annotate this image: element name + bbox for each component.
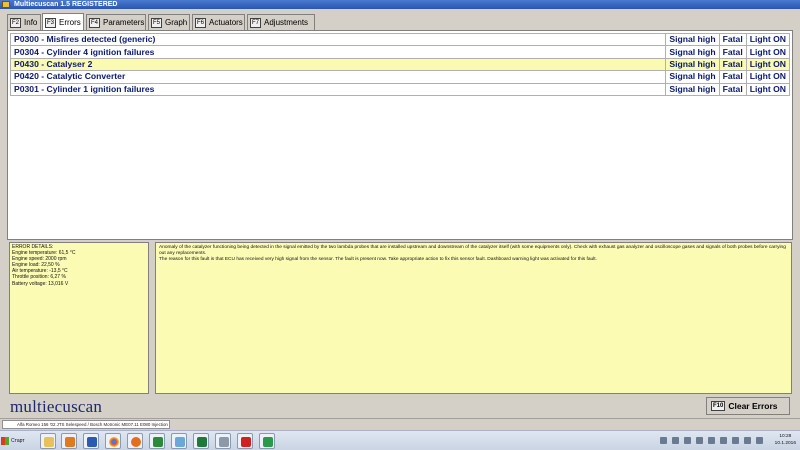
- f7-key-icon: F7: [250, 17, 262, 28]
- error-severity: Fatal: [718, 45, 747, 59]
- error-list-panel: P0300 - Misfires detected (generic) Sign…: [7, 30, 793, 240]
- f5-key-icon: F5: [151, 17, 163, 28]
- volume-icon[interactable]: [756, 437, 763, 444]
- tab-adjustments[interactable]: F7 Adjustments: [247, 14, 315, 30]
- error-row[interactable]: P0300 - Misfires detected (generic) Sign…: [9, 32, 791, 47]
- tab-parameters[interactable]: F4 Parameters: [86, 14, 146, 30]
- f6-key-icon: F6: [195, 17, 207, 28]
- description-text: The reason for this fault is that ECU ha…: [159, 257, 597, 262]
- explorer-icon[interactable]: [40, 433, 56, 449]
- error-description-panel: Anomaly of the catalyzer functioning bei…: [155, 242, 792, 394]
- tray-icon[interactable]: [696, 437, 703, 444]
- tray-icon[interactable]: [684, 437, 691, 444]
- security-shield-icon[interactable]: [259, 433, 275, 449]
- detail-line: Battery voltage: 13,016 V: [12, 280, 69, 287]
- error-light: Light ON: [745, 32, 791, 47]
- folder-icon[interactable]: [171, 433, 187, 449]
- error-row[interactable]: P0304 - Cylinder 4 ignition failures Sig…: [9, 45, 791, 59]
- error-row[interactable]: P0301 - Cylinder 1 ignition failures Sig…: [9, 82, 791, 96]
- tray-icon[interactable]: [672, 437, 679, 444]
- error-severity: Fatal: [718, 32, 747, 47]
- tab-label: Errors: [59, 18, 81, 27]
- error-severity: Fatal: [718, 57, 747, 72]
- error-signal: Signal high: [665, 82, 720, 96]
- tray-icon[interactable]: [708, 437, 715, 444]
- error-row-selected[interactable]: P0430 - Catalyser 2 Signal high Fatal Li…: [9, 57, 791, 72]
- system-tray: 10:28 10.1.2016: [650, 433, 800, 449]
- start-button[interactable]: Старт: [1, 434, 35, 448]
- window-title: Multiecuscan 1.5 REGISTERED: [14, 1, 118, 8]
- error-signal: Signal high: [665, 32, 720, 47]
- error-description: P0300 - Misfires detected (generic): [9, 32, 667, 47]
- firefox-icon[interactable]: [127, 433, 143, 449]
- error-description: P0430 - Catalyser 2: [9, 57, 667, 72]
- error-light: Light ON: [745, 82, 791, 96]
- clock-date: 10.1.2016: [774, 440, 796, 446]
- error-description: P0420 - Catalytic Converter: [9, 70, 667, 84]
- clear-errors-label: Clear Errors: [728, 401, 778, 411]
- start-label: Старт: [11, 438, 25, 444]
- tray-icon[interactable]: [720, 437, 727, 444]
- error-severity: Fatal: [718, 82, 747, 96]
- error-signal: Signal high: [665, 45, 720, 59]
- tab-actuators[interactable]: F6 Actuators: [192, 14, 245, 30]
- error-signal: Signal high: [665, 70, 720, 84]
- windows-logo-icon: [1, 437, 9, 445]
- error-light: Light ON: [745, 70, 791, 84]
- tab-graph[interactable]: F5 Graph: [148, 14, 190, 30]
- session-tab-strip: Alfa Romeo 156 '02 JTS Selespeed / Bosch…: [0, 418, 800, 429]
- f10-key-icon: F10: [711, 401, 726, 411]
- excel-icon[interactable]: [193, 433, 209, 449]
- clock[interactable]: 10:28 10.1.2016: [775, 434, 796, 447]
- error-description: P0304 - Cylinder 4 ignition failures: [9, 45, 667, 59]
- description-text: Anomaly of the catalyzer functioning bei…: [159, 245, 786, 256]
- windows-explorer-icon[interactable]: [215, 433, 231, 449]
- tab-label: Parameters: [103, 18, 145, 27]
- chrome-icon[interactable]: [105, 433, 121, 449]
- error-severity: Fatal: [718, 70, 747, 84]
- clear-errors-button[interactable]: F10 Clear Errors: [706, 397, 790, 415]
- tab-errors[interactable]: F3 Errors: [42, 13, 84, 31]
- app-icon: [2, 1, 10, 8]
- error-signal: Signal high: [665, 57, 720, 72]
- taskbar: Старт 10:28 10.1.2016: [0, 430, 800, 450]
- f2-key-icon: F2: [10, 17, 22, 28]
- f4-key-icon: F4: [89, 17, 101, 28]
- tray-icon[interactable]: [660, 437, 667, 444]
- word-icon[interactable]: [83, 433, 99, 449]
- error-light: Light ON: [745, 57, 791, 72]
- tab-label: Info: [24, 18, 38, 27]
- media-player-icon[interactable]: [61, 433, 77, 449]
- error-details-panel: ERROR DETAILS: Engine temperature: 61,5 …: [9, 242, 149, 394]
- f3-key-icon: F3: [45, 17, 57, 28]
- error-row[interactable]: P0420 - Catalytic Converter Signal high …: [9, 70, 791, 84]
- tray-icon[interactable]: [732, 437, 739, 444]
- tab-bar: F2 Info F3 Errors F4 Parameters F5 Graph…: [0, 10, 800, 31]
- tab-label: Actuators: [209, 18, 243, 27]
- session-tab[interactable]: Alfa Romeo 156 '02 JTS Selespeed / Bosch…: [2, 420, 170, 429]
- pdf-reader-icon[interactable]: [237, 433, 253, 449]
- multiecuscan-taskbar-icon[interactable]: [149, 433, 165, 449]
- tab-label: Adjustments: [264, 18, 309, 27]
- network-icon[interactable]: [744, 437, 751, 444]
- brand-logo: multiecuscan: [10, 397, 103, 416]
- error-light: Light ON: [745, 45, 791, 59]
- error-description: P0301 - Cylinder 1 ignition failures: [9, 82, 667, 96]
- error-table: P0300 - Misfires detected (generic) Sign…: [9, 32, 791, 96]
- tab-info[interactable]: F2 Info: [7, 14, 41, 30]
- window-title-bar: Multiecuscan 1.5 REGISTERED: [0, 0, 800, 9]
- tab-label: Graph: [165, 18, 188, 27]
